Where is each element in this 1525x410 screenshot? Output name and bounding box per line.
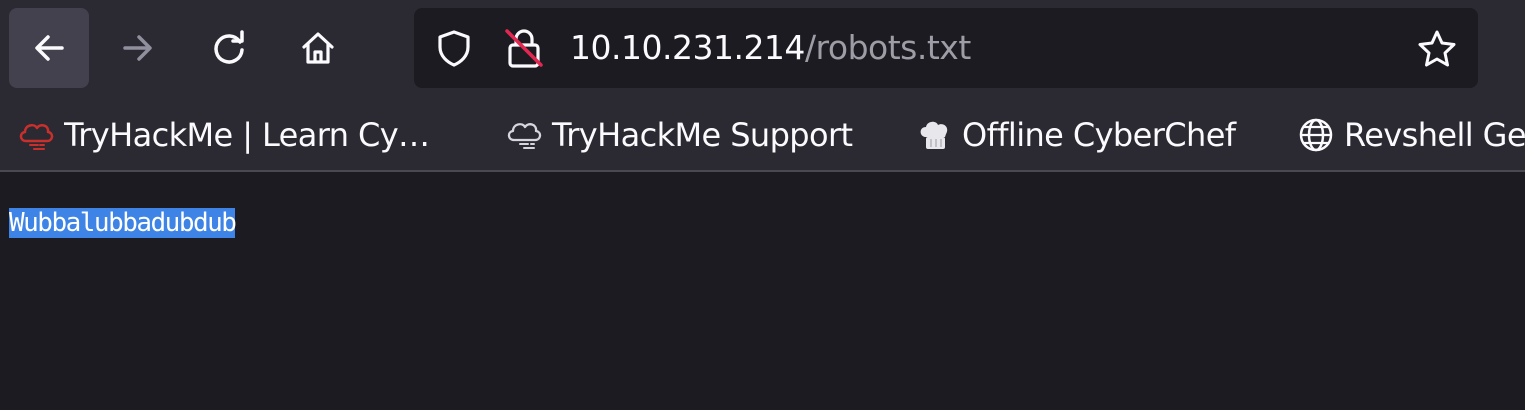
tryhackme-cloud-icon [19,123,54,150]
address-bar[interactable]: 10.10.231.214/robots.txt [414,8,1478,88]
insecure-lock-icon[interactable] [502,26,546,70]
bookmark-label: TryHackMe Support [552,116,853,154]
bookmark-revshell-generator[interactable]: Revshell Ge [1296,112,1525,158]
selected-text[interactable]: Wubbalubbadubdub [9,208,237,238]
reload-icon [214,30,244,64]
home-icon [302,32,334,64]
arrow-right-icon [123,35,152,61]
url-path: /robots.txt [804,28,971,67]
cloud-outline-icon [507,123,542,149]
arrow-left-icon [35,35,64,61]
robots-txt-content[interactable]: Wubbalubbadubdub [9,205,237,242]
back-button[interactable] [9,8,89,88]
bookmark-label: Offline CyberChef [962,116,1236,154]
page-content: Wubbalubbadubdub [0,172,1525,410]
bookmarks-toolbar: TryHackMe | Learn Cy… TryHackMe Support … [0,100,1525,172]
bookmark-offline-cyberchef[interactable]: Offline CyberChef [914,112,1236,158]
globe-icon [1299,118,1333,152]
bookmark-label: Revshell Ge [1344,116,1525,154]
url-text[interactable]: 10.10.231.214/robots.txt [570,24,971,72]
forward-button[interactable] [98,8,178,88]
home-button[interactable] [278,8,358,88]
bookmark-tryhackme[interactable]: TryHackMe | Learn Cy… [16,112,429,158]
bookmark-tryhackme-support[interactable]: TryHackMe Support [504,112,853,158]
tracking-protection-shield-icon[interactable] [434,28,474,68]
bookmark-label: TryHackMe | Learn Cy… [64,116,430,154]
chef-hat-icon [920,121,948,149]
browser-toolbar: 10.10.231.214/robots.txt [0,0,1525,100]
bookmark-star-icon[interactable] [1416,28,1458,70]
url-host: 10.10.231.214 [570,28,805,67]
reload-button[interactable] [189,8,269,88]
